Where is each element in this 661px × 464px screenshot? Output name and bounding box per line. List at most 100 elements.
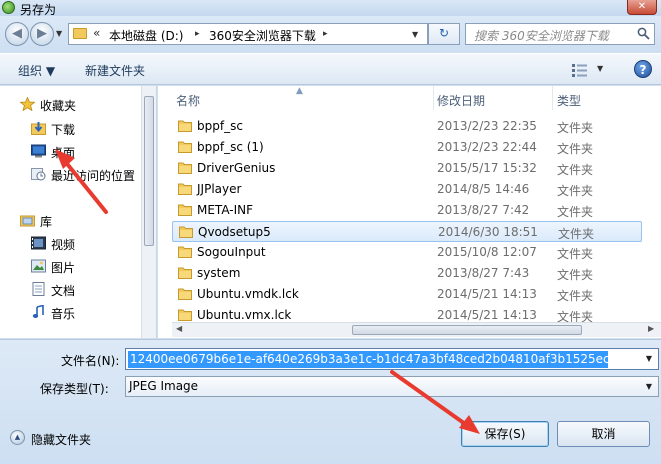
folder-icon (178, 183, 192, 195)
document-library-icon (32, 282, 45, 296)
refresh-button[interactable]: ↻ (428, 23, 460, 45)
save-button[interactable]: 保存(S) (461, 421, 549, 447)
chevron-up-icon: ▲ (10, 430, 25, 445)
help-icon[interactable]: ? (634, 60, 652, 78)
download-folder-icon (31, 122, 46, 135)
picture-library-icon (31, 259, 46, 273)
new-folder-button[interactable]: 新建文件夹 (85, 62, 145, 79)
file-row[interactable]: JJPlayer 2014/8/5 14:46 文件夹 (172, 179, 642, 200)
organize-button[interactable]: 组织 ▼ (18, 62, 55, 79)
file-row[interactable]: bppf_sc (1) 2013/2/23 22:44 文件夹 (172, 137, 642, 158)
file-type: 文件夹 (557, 163, 594, 177)
file-name: JJPlayer (197, 182, 242, 196)
save-form: 文件名(N): 12400ee0679b6e1e-af640e269b3a3e1… (0, 339, 661, 464)
folder-icon (178, 246, 192, 258)
file-name: SogouInput (197, 245, 266, 259)
back-button[interactable]: ◀ (5, 22, 29, 46)
folder-icon (179, 226, 193, 238)
horizontal-scrollbar[interactable]: ◀ ▶ (172, 322, 661, 337)
library-icon (20, 215, 35, 227)
file-row[interactable]: Qvodsetup5 2014/6/30 18:51 文件夹 (172, 221, 642, 242)
address-row: ◀ ▶ ▼ « 本地磁盘 (D:) ▸ 360安全浏览器下载 ▸ ▼ ↻ 搜索 … (0, 16, 661, 52)
video-library-icon (31, 236, 46, 250)
file-type: 文件夹 (557, 268, 594, 282)
file-date: 2013/8/27 7:42 (437, 203, 530, 217)
cancel-button[interactable]: 取消 (557, 421, 650, 447)
file-date: 2015/10/8 12:07 (437, 245, 537, 259)
file-date: 2013/2/23 22:35 (437, 119, 537, 133)
file-list: 名称 ▲ 修改日期 类型 bppf_sc 2013/2/23 22:35 文件夹 bp… (158, 86, 661, 338)
file-row[interactable]: META-INF 2013/8/27 7:42 文件夹 (172, 200, 642, 221)
file-date: 2014/6/30 18:51 (438, 225, 538, 239)
file-date: 2013/8/27 7:43 (437, 266, 530, 280)
hide-folders-label: 隐藏文件夹 (31, 433, 92, 447)
file-type: 文件夹 (557, 247, 594, 261)
sidebar-item-label: 库 (40, 215, 53, 229)
desktop-icon (31, 144, 46, 158)
recent-places-icon (31, 168, 46, 181)
sort-ascending-icon: ▲ (296, 86, 303, 96)
breadcrumb-separator[interactable]: ▸ (195, 29, 200, 39)
column-header-name[interactable]: 名称 (176, 86, 434, 110)
title-bar: 另存为 ✕ (0, 0, 661, 17)
recent-pages-dropdown[interactable]: ▼ (56, 29, 62, 38)
search-input[interactable]: 搜索 360安全浏览器下载 (465, 23, 655, 45)
sidebar-item-label: 文档 (51, 284, 76, 298)
file-name: DriverGenius (197, 161, 276, 175)
scroll-right-arrow[interactable]: ▶ (648, 324, 654, 333)
file-type: 文件夹 (557, 184, 594, 198)
breadcrumb-separator[interactable]: ▸ (323, 29, 328, 39)
sidebar-item-label: 图片 (51, 261, 76, 275)
file-row[interactable]: Ubuntu.vmdk.lck 2014/5/21 14:13 文件夹 (172, 284, 642, 305)
file-type: 文件夹 (557, 205, 594, 219)
forward-button[interactable]: ▶ (30, 22, 54, 46)
folder-icon (73, 28, 87, 39)
view-dropdown[interactable]: ▼ (597, 64, 603, 73)
command-bar: 组织 ▼ 新建文件夹 ▼ ? (0, 53, 661, 85)
sidebar-item-label: 收藏夹 (40, 99, 77, 113)
file-row[interactable]: bppf_sc 2013/2/23 22:35 文件夹 (172, 116, 642, 137)
folder-icon (178, 288, 192, 300)
star-icon (20, 97, 35, 111)
file-row[interactable]: SogouInput 2015/10/8 12:07 文件夹 (172, 242, 642, 263)
search-placeholder: 搜索 360安全浏览器下载 (474, 29, 609, 43)
filename-dropdown-icon[interactable]: ▼ (641, 350, 657, 368)
column-header-type[interactable]: 类型 (557, 86, 647, 110)
folder-icon (178, 267, 192, 279)
file-type: 文件夹 (557, 142, 594, 156)
file-name: Qvodsetup5 (198, 225, 271, 239)
filetype-select[interactable]: JPEG Image ▼ (125, 376, 659, 397)
view-options-icon[interactable] (572, 64, 588, 77)
scrollbar-thumb[interactable] (144, 96, 154, 246)
nav-pane-scrollbar[interactable] (141, 86, 156, 338)
file-date: 2015/5/17 15:32 (437, 161, 537, 175)
file-type: 文件夹 (557, 289, 594, 303)
file-name: META-INF (197, 203, 254, 217)
close-button[interactable]: ✕ (627, 0, 657, 15)
filetype-value: JPEG Image (129, 379, 199, 393)
filetype-dropdown-icon[interactable]: ▼ (641, 378, 657, 396)
address-dropdown[interactable]: ▼ (412, 30, 418, 39)
file-row[interactable]: DriverGenius 2015/5/17 15:32 文件夹 (172, 158, 642, 179)
address-bar[interactable]: « 本地磁盘 (D:) ▸ 360安全浏览器下载 ▸ ▼ (68, 23, 428, 45)
file-name: bppf_sc (197, 119, 243, 133)
breadcrumb-drive[interactable]: 本地磁盘 (D:) (109, 27, 183, 44)
breadcrumb-folder[interactable]: 360安全浏览器下载 (209, 27, 316, 44)
file-type: 文件夹 (557, 121, 594, 135)
folder-icon (178, 162, 192, 174)
file-row[interactable]: system 2013/8/27 7:43 文件夹 (172, 263, 642, 284)
sidebar-item-label: 音乐 (51, 307, 76, 321)
folder-icon (178, 204, 192, 216)
search-icon[interactable] (637, 27, 650, 40)
scroll-left-arrow[interactable]: ◀ (176, 324, 182, 333)
column-header-modified[interactable]: 修改日期 (437, 86, 553, 110)
sidebar-item-label: 桌面 (51, 146, 76, 160)
folder-icon (178, 309, 192, 321)
folder-icon (178, 141, 192, 153)
filename-input[interactable]: 12400ee0679b6e1e-af640e269b3a3e1c-b1dc47… (125, 348, 659, 370)
file-name: Ubuntu.vmdk.lck (197, 287, 299, 301)
breadcrumb-overflow[interactable]: « (93, 26, 100, 40)
file-name: bppf_sc (1) (197, 140, 264, 154)
file-date: 2014/5/21 14:13 (437, 287, 537, 301)
scrollbar-thumb[interactable] (352, 325, 582, 335)
